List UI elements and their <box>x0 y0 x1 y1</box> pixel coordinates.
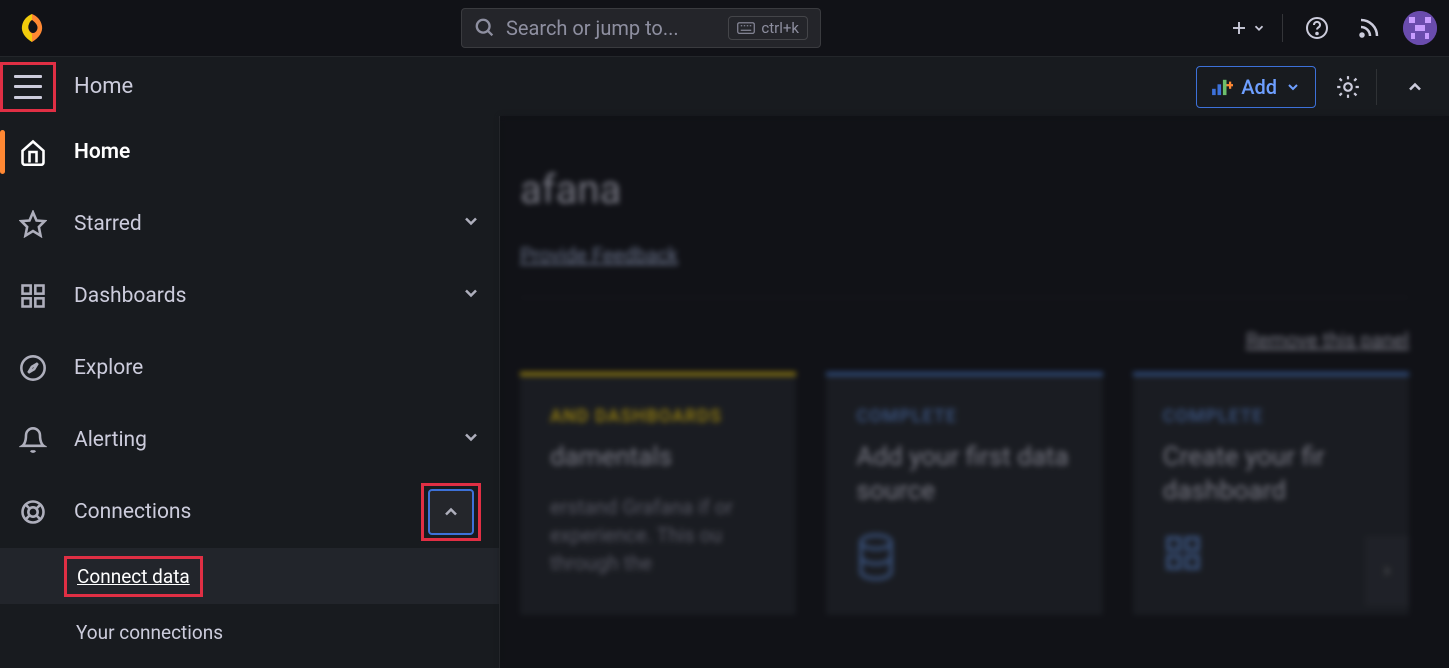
sidebar-subitem-your-connections[interactable]: Your connections <box>0 604 499 660</box>
sidebar-item-dashboards[interactable]: Dashboards <box>0 260 499 332</box>
chevron-down-icon <box>461 283 481 309</box>
apps-icon <box>18 281 48 311</box>
breadcrumb[interactable]: Home <box>74 74 133 99</box>
connections-collapse-button[interactable] <box>428 489 474 535</box>
remove-panel-link[interactable]: Remove this panel <box>1246 328 1409 352</box>
search-placeholder: Search or jump to... <box>506 16 679 40</box>
keyboard-icon <box>737 21 755 35</box>
chevron-up-icon <box>441 502 461 522</box>
news-button[interactable] <box>1351 10 1387 46</box>
add-panel-label: Add <box>1241 75 1277 99</box>
help-button[interactable] <box>1299 10 1335 46</box>
sidebar-item-explore[interactable]: Explore <box>0 332 499 404</box>
top-bar: Search or jump to... ctrl+k <box>0 0 1449 56</box>
menu-toggle-highlight <box>0 62 56 112</box>
sidebar-item-label: Dashboards <box>74 284 186 308</box>
onboarding-card-datasource[interactable]: COMPLETE Add your first data source <box>826 372 1102 615</box>
bell-icon <box>18 425 48 455</box>
star-icon <box>18 209 48 239</box>
search-shortcut: ctrl+k <box>728 16 808 40</box>
compass-icon <box>18 353 48 383</box>
home-icon <box>18 137 48 167</box>
onboarding-card-fundamentals[interactable]: AND DASHBOARDS damentals erstand Grafana… <box>520 372 796 615</box>
sidebar-subitem-connect-data[interactable]: Connect data <box>0 548 499 604</box>
sidebar-item-label: Connections <box>74 500 191 524</box>
dashboard-settings-button[interactable] <box>1326 65 1370 109</box>
sidebar-item-label: Home <box>74 140 130 164</box>
gear-icon <box>1335 74 1361 100</box>
collapse-button[interactable] <box>1393 65 1437 109</box>
main-content: afana Provide Feedback Remove this panel… <box>500 116 1449 668</box>
chevron-up-icon <box>1405 77 1425 97</box>
connect-data-highlight: Connect data <box>64 556 203 597</box>
card-title: damentals <box>550 441 766 475</box>
sidebar-item-home[interactable]: Home <box>0 116 499 188</box>
apps-icon <box>1163 533 1379 577</box>
sidebar-item-alerting[interactable]: Alerting <box>0 404 499 476</box>
chevron-down-icon <box>1252 21 1266 35</box>
feedback-link[interactable]: Provide Feedback <box>520 243 678 267</box>
card-status: COMPLETE <box>1163 406 1379 427</box>
rss-icon <box>1357 16 1381 40</box>
chevron-down-icon <box>461 427 481 453</box>
header-bar: Home Add <box>0 56 1449 116</box>
sidebar-item-starred[interactable]: Starred <box>0 188 499 260</box>
sidebar-subitem-label: Connect data <box>77 565 190 588</box>
add-menu-button[interactable] <box>1230 10 1266 46</box>
card-eyebrow: AND DASHBOARDS <box>550 406 766 427</box>
page-title: afana <box>520 166 1409 213</box>
sidebar-item-label: Alerting <box>74 428 147 452</box>
help-icon <box>1305 16 1329 40</box>
connections-expand-highlight <box>421 483 481 541</box>
grafana-logo[interactable] <box>12 8 52 48</box>
search-icon <box>474 17 496 39</box>
add-panel-button[interactable]: Add <box>1196 66 1316 108</box>
chevron-right-icon <box>1380 564 1394 578</box>
menu-toggle-button[interactable] <box>14 75 42 99</box>
scroll-right-button[interactable] <box>1365 536 1409 606</box>
search-input[interactable]: Search or jump to... ctrl+k <box>461 8 821 48</box>
sidebar-nav: Home Starred Dashboards <box>0 116 500 668</box>
card-title: Add your first data source <box>856 441 1072 509</box>
database-icon <box>856 533 1072 585</box>
card-status: COMPLETE <box>856 406 1072 427</box>
panel-add-icon <box>1211 78 1233 96</box>
sidebar-item-label: Starred <box>74 212 142 236</box>
plus-icon <box>1230 19 1248 37</box>
sidebar-item-connections[interactable]: Connections <box>0 476 499 548</box>
chevron-down-icon <box>1285 79 1301 95</box>
card-title: Create your fir dashboard <box>1163 441 1379 509</box>
sidebar-item-label: Explore <box>74 356 143 380</box>
sidebar-subitem-label: Your connections <box>76 621 223 644</box>
connections-icon <box>18 497 48 527</box>
user-avatar[interactable] <box>1403 11 1437 45</box>
chevron-down-icon <box>461 211 481 237</box>
card-desc: erstand Grafana if or experience. This o… <box>550 493 766 577</box>
